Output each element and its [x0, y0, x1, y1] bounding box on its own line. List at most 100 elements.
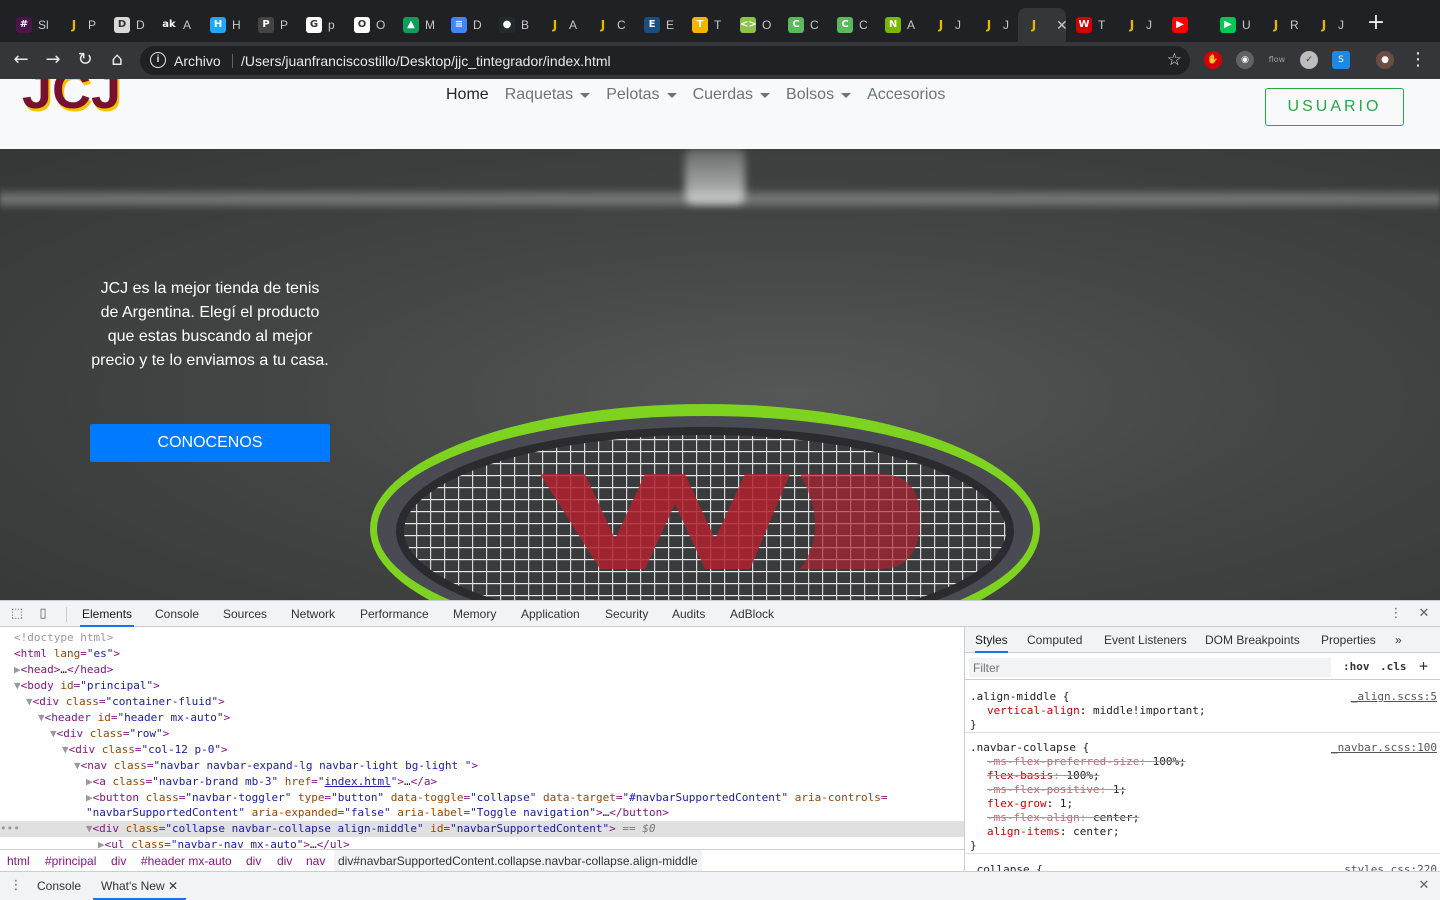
bookmark-star-icon[interactable]: ☆ [1167, 50, 1182, 70]
close-tab-icon[interactable]: ✕ [168, 879, 178, 893]
nav-link-bolsos[interactable]: Bolsos [786, 86, 852, 104]
browser-tab[interactable]: ≡ D [443, 8, 487, 42]
class-toggle[interactable]: .cls [1380, 660, 1407, 673]
breadcrumb-item[interactable]: #principal [45, 850, 96, 872]
dom-node-body[interactable]: ▼<body id="principal"> [0, 678, 964, 694]
breadcrumb-item[interactable]: html [7, 850, 30, 872]
browser-tab[interactable]: ▶ [1164, 8, 1208, 42]
browser-tab[interactable]: TT [684, 8, 728, 42]
camera-extension-icon[interactable]: ◉ [1236, 51, 1254, 69]
browser-tab[interactable]: ▶ U [1212, 8, 1256, 42]
devtools-tab-adblock[interactable]: AdBlock [728, 601, 776, 627]
browser-tab[interactable]: J ✕ [1018, 8, 1068, 42]
browser-tab[interactable]: JP [58, 8, 102, 42]
styles-tab[interactable]: » [1395, 627, 1402, 653]
dom-node-selected-collapse[interactable]: ••• ▼<div class="collapse navbar-collapse… [0, 821, 964, 837]
devtools-tab-sources[interactable]: Sources [221, 601, 269, 627]
flow-extension-icon[interactable]: flow [1266, 51, 1288, 69]
hover-state-toggle[interactable]: :hov [1343, 660, 1370, 673]
browser-tab[interactable]: JA [539, 8, 583, 42]
devtools-tab-elements[interactable]: Elements [80, 601, 135, 627]
drawer-tab-console[interactable]: Console [37, 872, 81, 900]
styles-tab[interactable]: Computed [1027, 627, 1082, 653]
forward-arrow-icon[interactable]: → [41, 48, 65, 72]
dom-node-toggler[interactable]: ▶<button class="navbar-toggler" type="bu… [0, 790, 964, 806]
close-devtools-icon[interactable]: ✕ [1416, 606, 1432, 622]
devtools-tab-performance[interactable]: Performance [358, 601, 431, 627]
css-declaration[interactable]: -ms-flex-align: center; [987, 811, 1139, 825]
css-source-link[interactable]: _align.scss:5 [1351, 690, 1437, 704]
styles-tab[interactable]: Styles [975, 627, 1008, 653]
dom-node-brand-link[interactable]: ▶<a class="navbar-brand mb-3" href="inde… [0, 774, 964, 790]
browser-tab[interactable]: JJ [1116, 8, 1160, 42]
dom-node-row[interactable]: ▼<div class="row"> [0, 726, 964, 742]
styles-tab[interactable]: Properties [1321, 627, 1376, 653]
dom-node-head[interactable]: ▶<head>…</head> [0, 662, 964, 678]
browser-tab[interactable]: ● B [491, 8, 535, 42]
breadcrumb-item[interactable]: nav [306, 850, 325, 872]
styles-filter-input[interactable] [969, 658, 1331, 677]
dom-node-col[interactable]: ▼<div class="col-12 p-0"> [0, 742, 964, 758]
address-url[interactable]: /Users/juanfranciscostillo/Desktop/jjc_t… [241, 53, 611, 69]
device-toolbar-icon[interactable]: ▯ [35, 606, 51, 622]
s-extension-icon[interactable]: S [1332, 51, 1350, 69]
css-rule[interactable]: .collapse { styles.css:220 [965, 858, 1440, 871]
browser-tab[interactable]: JR [1260, 8, 1304, 42]
close-drawer-icon[interactable]: ✕ [1416, 878, 1432, 894]
close-tab-icon[interactable]: ✕ [1056, 17, 1068, 34]
adblock-extension-icon[interactable]: ✋ [1204, 51, 1222, 69]
breadcrumb-item[interactable]: #header mx-auto [141, 850, 232, 872]
dom-node-ul[interactable]: ▶<ul class="navbar-nav mx-auto">…</ul> [0, 837, 964, 849]
dom-node-toggler-cont[interactable]: "navbarSupportedContent" aria-expanded="… [0, 805, 964, 821]
browser-tab[interactable]: CC [780, 8, 824, 42]
dom-node-doctype[interactable]: <!doctype html> [0, 630, 964, 646]
devtools-tab-console[interactable]: Console [153, 601, 201, 627]
css-declaration[interactable]: -ms-flex-preferred-size: 100%; [987, 755, 1186, 769]
css-rule[interactable]: .align-middle {_align.scss:5 vertical-ali… [965, 685, 1440, 733]
devtools-tab-application[interactable]: Application [519, 601, 582, 627]
breadcrumb-item[interactable]: div [246, 850, 261, 872]
browser-tab[interactable]: ak A [153, 8, 197, 42]
css-declaration[interactable]: align-items: center; [987, 825, 1119, 839]
nav-link-cuerdas[interactable]: Cuerdas [693, 86, 771, 104]
info-icon[interactable]: i [150, 52, 166, 68]
browser-tab[interactable]: JJ [1308, 8, 1352, 42]
browser-tab[interactable]: PP [250, 8, 294, 42]
devtools-tab-memory[interactable]: Memory [451, 601, 498, 627]
home-icon[interactable]: ⌂ [105, 48, 129, 72]
nav-link-raquetas[interactable]: Raquetas [505, 86, 591, 104]
devtools-tab-security[interactable]: Security [603, 601, 650, 627]
conocenos-button[interactable]: CONOCENOS [90, 424, 330, 462]
drawer-menu-icon[interactable]: ⋮ [8, 878, 24, 894]
profile-avatar[interactable]: ● [1376, 51, 1394, 69]
browser-tab[interactable]: # Sl [8, 8, 52, 42]
browser-tab[interactable]: DD [106, 8, 150, 42]
styles-tab[interactable]: DOM Breakpoints [1205, 627, 1300, 653]
browser-tab[interactable]: WT [1068, 8, 1112, 42]
brand-logo[interactable]: JCJ JCJ [22, 79, 126, 117]
nav-link-accesorios[interactable]: Accesorios [867, 86, 945, 104]
css-declaration[interactable]: vertical-align: middle!important; [987, 704, 1206, 718]
compass-extension-icon[interactable]: ✓ [1300, 51, 1318, 69]
browser-tab[interactable]: EE [636, 8, 680, 42]
styles-tab[interactable]: Event Listeners [1104, 627, 1187, 653]
dom-node-container[interactable]: ▼<div class="container-fluid"> [0, 694, 964, 710]
browser-tab[interactable]: CC [829, 8, 873, 42]
inspect-element-icon[interactable]: ⬚ [9, 606, 25, 622]
nav-link-pelotas[interactable]: Pelotas [606, 86, 677, 104]
elements-tree[interactable]: <!doctype html> <html lang="es"> ▶<head>… [0, 627, 964, 849]
css-source-link[interactable]: _navbar.scss:100 [1331, 741, 1437, 755]
dom-node-nav[interactable]: ▼<nav class="navbar navbar-expand-lg nav… [0, 758, 964, 774]
breadcrumb-item[interactable]: div#navbarSupportedContent.collapse.navb… [334, 850, 702, 872]
css-rule[interactable]: .navbar-collapse {_navbar.scss:100 -ms-fl… [965, 736, 1440, 854]
dom-node-header[interactable]: ▼<header id="header mx-auto"> [0, 710, 964, 726]
browser-tab[interactable]: NA [877, 8, 921, 42]
dom-node-html[interactable]: <html lang="es"> [0, 646, 964, 662]
browser-menu-icon[interactable]: ⋮ [1406, 48, 1430, 72]
new-tab-button[interactable]: + [1364, 12, 1388, 36]
css-source-link[interactable]: styles.css:220 [1344, 863, 1437, 871]
browser-tab[interactable]: <> O [732, 8, 776, 42]
nav-link-home[interactable]: Home [446, 86, 489, 104]
css-selector[interactable]: .collapse { [970, 863, 1043, 871]
browser-tab[interactable]: JJ [973, 8, 1017, 42]
